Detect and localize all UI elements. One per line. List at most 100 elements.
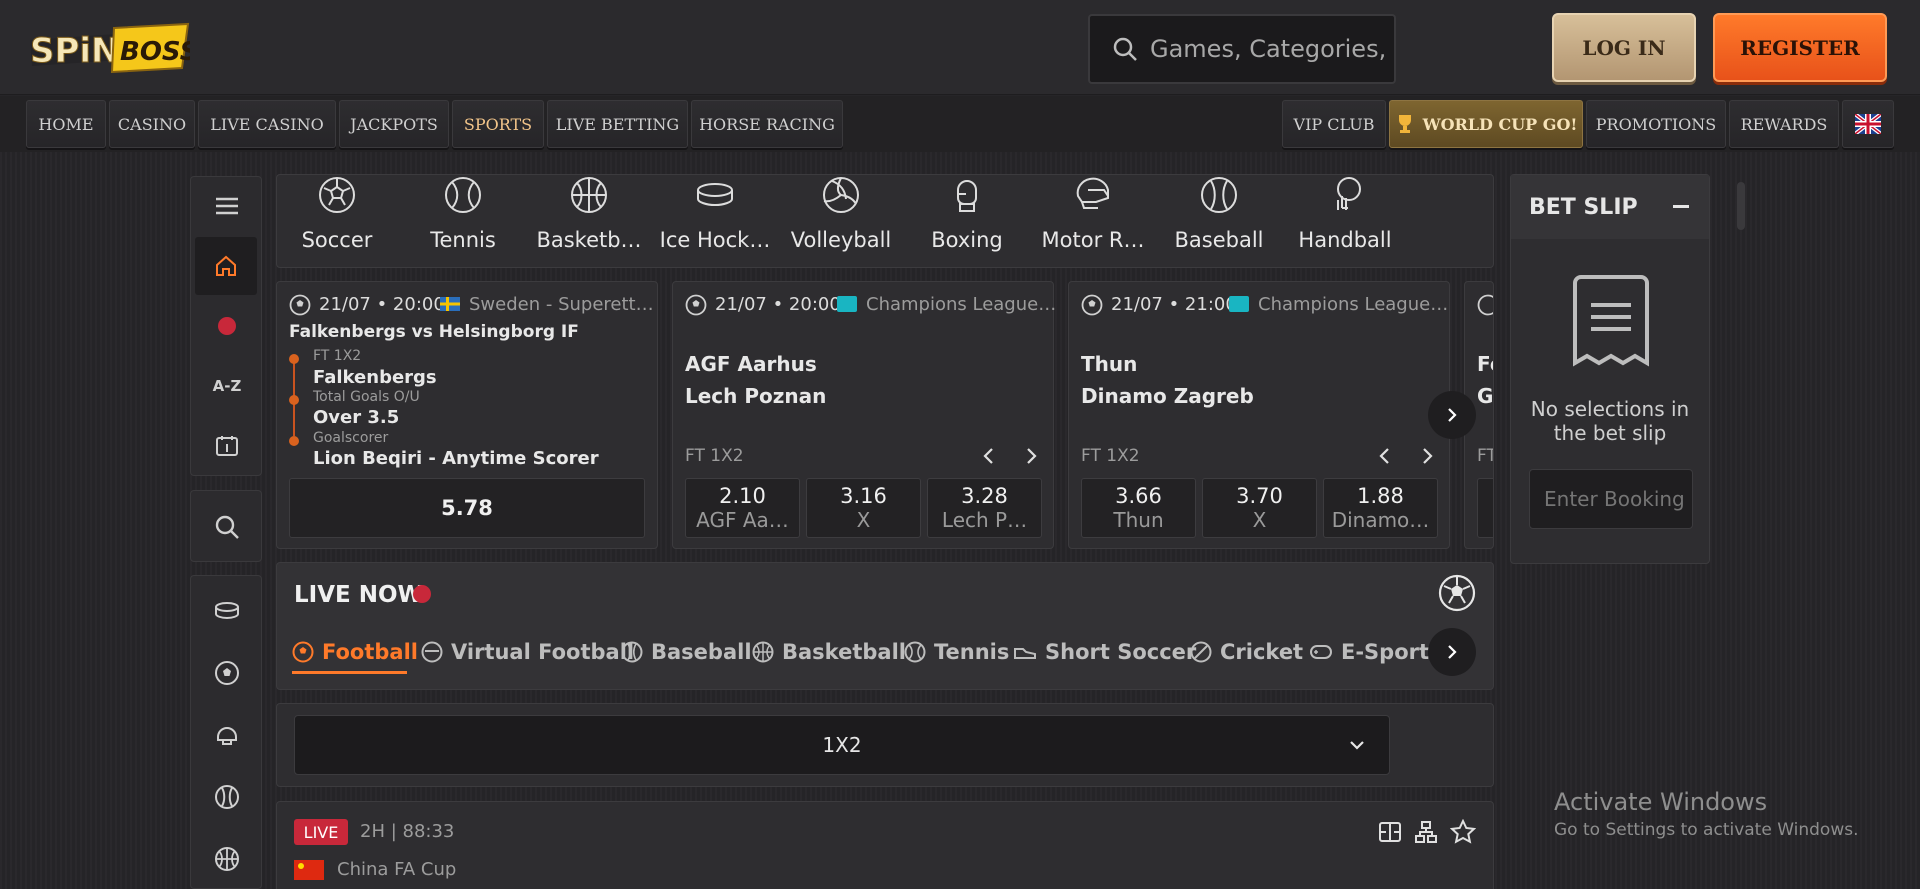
nav-vip-club[interactable]: VIP CLUB <box>1282 100 1386 148</box>
live-match-card[interactable] <box>276 801 1494 889</box>
live-tab-e-sports[interactable]: E-Sports <box>1309 637 1429 667</box>
bet-builder-odds-button[interactable]: 5.78 <box>289 478 645 538</box>
chevron-left-icon[interactable] <box>1377 446 1393 466</box>
logo-text-boss: BOSS <box>120 37 190 67</box>
odds-button-home[interactable]: 3.66 Thun <box>1081 478 1196 538</box>
stats-scoreboard-icon[interactable] <box>1378 820 1402 844</box>
baseball-icon[interactable] <box>191 768 263 826</box>
nav-live-casino[interactable]: LIVE CASINO <box>198 100 336 148</box>
live-tab-label: Baseball <box>651 640 752 664</box>
away-team[interactable]: G <box>1477 384 1493 408</box>
chevron-left-icon[interactable] <box>981 446 997 466</box>
home-team[interactable]: AGF Aarhus <box>685 352 817 376</box>
live-tab-baseball[interactable]: Baseball <box>621 637 752 667</box>
soccer-ball-icon[interactable] <box>191 644 263 702</box>
sport-tab-baseball[interactable]: Baseball <box>1156 176 1282 266</box>
nav-home[interactable]: HOME <box>26 100 106 148</box>
odds-button-home[interactable]: 2.10 AGF Aa… <box>685 478 800 538</box>
sport-tab-boxing[interactable]: Boxing <box>904 176 1030 266</box>
odds-button-away[interactable]: 3.28 Lech P… <box>927 478 1042 538</box>
odds-button-away[interactable]: 1.88 Dinamo… <box>1323 478 1438 538</box>
odds-label: Dinamo… <box>1331 508 1430 532</box>
nav-rewards[interactable]: REWARDS <box>1729 100 1839 148</box>
match-competition: China FA Cup <box>337 859 457 880</box>
live-tab-label: Football <box>322 640 418 664</box>
live-tab-virtual-football[interactable]: Virtual Football <box>421 637 634 667</box>
featured-bet-card-1: 21/07 • 20:00 Sweden - Superett… Falkenb… <box>276 281 658 549</box>
odds-label: AGF Aa… <box>696 508 789 532</box>
chevron-right-icon[interactable] <box>1023 446 1039 466</box>
live-tab-basketball[interactable]: Basketball <box>752 637 906 667</box>
scoreboard-icon[interactable] <box>191 417 263 475</box>
collapse-minus-icon[interactable] <box>1673 205 1689 208</box>
soccer-ball-icon[interactable] <box>1438 574 1476 612</box>
nav-live-betting[interactable]: LIVE BETTING <box>547 100 688 148</box>
event-time: 21/07 • 20:00 <box>319 294 445 315</box>
sport-tab-handball[interactable]: Handball <box>1282 176 1408 266</box>
language-flag-uk-icon[interactable] <box>1842 100 1894 148</box>
bet-slip-empty-text: No selections in <box>1530 397 1690 421</box>
bet-slip-panel: BET SLIP No selections in the bet slip <box>1510 174 1710 564</box>
away-team[interactable]: Dinamo Zagreb <box>1081 384 1254 408</box>
cricket-icon <box>1190 641 1212 663</box>
event-title[interactable]: Falkenbergs vs Helsingborg IF <box>289 322 579 342</box>
sport-tab-ice-hockey[interactable]: Ice Hock… <box>652 176 778 266</box>
carousel-next-button[interactable] <box>1428 391 1476 439</box>
ice-hockey-puck-icon[interactable] <box>191 582 263 640</box>
soccer-shoe-icon <box>1013 643 1037 661</box>
live-tabs-next-button[interactable] <box>1428 628 1476 676</box>
live-tab-football[interactable]: Football <box>292 637 418 667</box>
home-team[interactable]: Thun <box>1081 352 1137 376</box>
event-time: 21/07 • 20:00 <box>715 294 841 315</box>
nav-jackpots[interactable]: JACKPOTS <box>339 100 449 148</box>
live-tab-label: Short Soccer <box>1045 640 1197 664</box>
register-button[interactable]: REGISTER <box>1713 13 1887 82</box>
sidebar-search-icon[interactable] <box>191 498 263 556</box>
nav-casino[interactable]: CASINO <box>109 100 195 148</box>
international-globe-icon <box>1229 296 1249 312</box>
search-input[interactable] <box>1150 35 1390 63</box>
sport-tab-motor-racing[interactable]: Motor R… <box>1030 176 1156 266</box>
nav-world-cup[interactable]: WORLD CUP GO! <box>1389 100 1583 148</box>
live-tab-tennis[interactable]: Tennis <box>904 637 1009 667</box>
soccer-ball-icon <box>292 641 314 663</box>
basketball-icon[interactable] <box>191 830 263 888</box>
soccer-icon <box>289 294 311 316</box>
nav-horse-racing[interactable]: HORSE RACING <box>691 100 843 148</box>
sport-tab-basketball[interactable]: Basketb… <box>526 176 652 266</box>
odds-value: 3.66 <box>1115 484 1162 508</box>
sport-tab-tennis[interactable]: Tennis <box>400 176 526 266</box>
nav-sports[interactable]: SPORTS <box>452 100 544 148</box>
login-button[interactable]: LOG IN <box>1552 13 1696 82</box>
favorite-star-icon[interactable] <box>1450 819 1476 845</box>
market-select-dropdown[interactable]: 1X2 <box>294 715 1390 775</box>
gamepad-icon <box>1309 643 1333 661</box>
odds-button-draw[interactable]: 3.70 X <box>1202 478 1317 538</box>
sport-tab-label: Boxing <box>931 228 1003 252</box>
sport-tab-volleyball[interactable]: Volleyball <box>778 176 904 266</box>
sport-tab-label: Baseball <box>1174 228 1264 252</box>
chevron-right-icon[interactable] <box>1419 446 1435 466</box>
a-z-button[interactable]: A-Z <box>191 357 263 415</box>
empty-receipt-icon <box>1565 275 1657 371</box>
odds-button-draw[interactable]: 3.16 X <box>806 478 921 538</box>
live-dot-icon[interactable] <box>191 297 263 355</box>
live-tab-cricket[interactable]: Cricket <box>1190 637 1303 667</box>
home-icon[interactable] <box>195 237 257 295</box>
search-box[interactable] <box>1088 14 1396 84</box>
sport-tab-soccer[interactable]: Soccer <box>274 176 400 266</box>
home-team[interactable]: Fe <box>1477 352 1493 376</box>
menu-icon[interactable] <box>191 177 263 235</box>
bracket-tree-icon[interactable] <box>1414 820 1438 844</box>
spinboss-logo[interactable]: SPiN BOSS <box>28 20 190 76</box>
nav-promotions[interactable]: PROMOTIONS <box>1586 100 1726 148</box>
odds-button-home[interactable] <box>1477 478 1493 538</box>
event-time: 21/07 • 21:00 <box>1111 294 1237 315</box>
live-tab-short-soccer[interactable]: Short Soccer <box>1013 637 1196 667</box>
away-team[interactable]: Lech Poznan <box>685 384 826 408</box>
american-football-helmet-icon[interactable] <box>191 706 263 764</box>
scrollbar-thumb[interactable] <box>1737 182 1745 230</box>
booking-code-input[interactable] <box>1529 469 1693 529</box>
chevron-right-icon <box>1445 643 1459 661</box>
live-tab-label: Virtual Football <box>451 640 635 664</box>
